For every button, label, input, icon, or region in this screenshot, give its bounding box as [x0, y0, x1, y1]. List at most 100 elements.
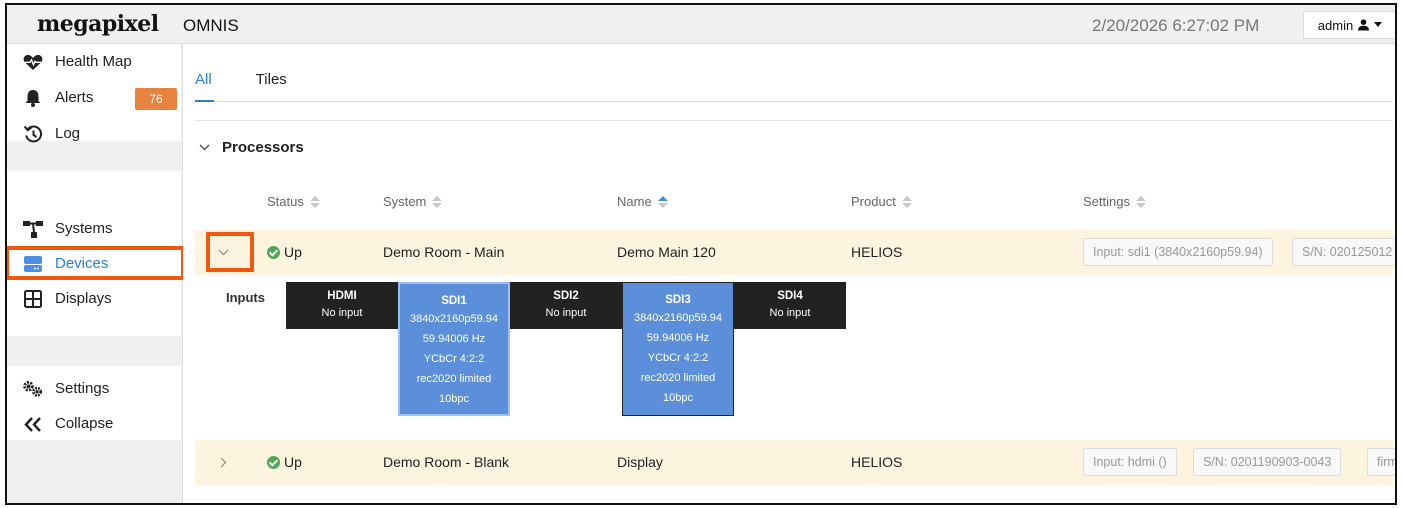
settings-tag-input: Input: sdi1 (3840x2160p59.94)	[1083, 238, 1273, 266]
settings-tag-firmware: firm	[1367, 448, 1395, 476]
sidebar-item-displays[interactable]: Displays	[7, 284, 181, 314]
input-frequency: 59.94006 Hz	[646, 332, 710, 344]
alerts-count-badge: 76	[135, 88, 177, 110]
sidebar-group-preferences: Settings Collapse	[7, 366, 181, 440]
system-cell: Demo Room - Blank	[383, 454, 510, 470]
sidebar-item-label: Systems	[55, 220, 113, 237]
product-cell: HELIOS	[851, 244, 903, 260]
sort-icon	[432, 195, 443, 208]
caret-down-icon	[1374, 22, 1383, 27]
input-name: SDI3	[665, 294, 691, 306]
sidebar-group-inventory: Systems Devices Displays	[7, 171, 181, 336]
input-frequency: 59.94006 Hz	[422, 333, 486, 345]
settings-tag-input: Input: hdmi ()	[1083, 448, 1177, 476]
status-cell: Up	[267, 454, 302, 470]
inputs-label: Inputs	[226, 290, 265, 305]
sort-icon	[1135, 195, 1146, 208]
status-cell: Up	[267, 244, 302, 260]
processors-section-header[interactable]: Processors	[199, 139, 304, 156]
sort-icon	[901, 195, 912, 208]
input-tile-hdmi[interactable]: HDMI No input	[286, 282, 398, 329]
input-status: No input	[321, 307, 363, 319]
status-up-icon	[267, 456, 280, 469]
sidebar-item-label: Displays	[55, 290, 112, 307]
current-datetime: 2/20/2026 6:27:02 PM	[1092, 16, 1260, 35]
sidebar-item-label: Log	[55, 125, 81, 142]
column-header-label: Product	[851, 194, 896, 209]
column-header-label: Settings	[1083, 194, 1130, 209]
sort-icon	[309, 195, 320, 208]
user-menu-button[interactable]: admin	[1303, 11, 1395, 39]
sidebar-item-log[interactable]: Log	[7, 119, 181, 149]
table-row[interactable]: Up Demo Room - Main Demo Main 120 HELIOS…	[195, 230, 1395, 275]
sidebar-item-label: Health Map	[55, 53, 132, 70]
input-resolution: 3840x2160p59.94	[633, 312, 723, 324]
sidebar-item-label: Devices	[55, 255, 109, 272]
column-header-status[interactable]: Status	[267, 194, 320, 209]
sort-ascending-icon	[657, 195, 668, 208]
history-icon	[23, 124, 43, 143]
input-bit-depth: 10bpc	[663, 392, 693, 404]
column-header-label: Status	[267, 194, 304, 209]
input-tile-sdi2[interactable]: SDI2 No input	[510, 282, 622, 329]
server-icon	[23, 255, 43, 273]
settings-tag-serial: S/N: 0201190903-0043	[1193, 448, 1342, 476]
settings-tag-serial: S/N: 020125012	[1292, 238, 1395, 266]
brand-logo: megapixel	[37, 11, 159, 37]
gears-icon	[23, 380, 43, 398]
username-label: admin	[1317, 17, 1354, 33]
column-header-system[interactable]: System	[383, 194, 443, 209]
app-title: OMNIS	[183, 16, 239, 35]
heartbeat-icon	[23, 53, 43, 71]
sidebar-item-settings[interactable]: Settings	[7, 374, 181, 404]
sidebar-item-systems[interactable]: Systems	[7, 214, 181, 244]
column-header-product[interactable]: Product	[851, 194, 912, 209]
input-name: HDMI	[327, 290, 357, 302]
section-divider	[195, 120, 1393, 121]
sidebar-item-collapse[interactable]: Collapse	[7, 409, 181, 439]
top-bar: megapixel OMNIS 2/20/2026 6:27:02 PM adm…	[7, 5, 1395, 44]
table-row[interactable]: Up Demo Room - Blank Display HELIOS Inpu…	[195, 440, 1395, 485]
hierarchy-icon	[23, 220, 43, 238]
input-color-format: YCbCr 4:2:2	[647, 352, 709, 364]
name-cell: Demo Main 120	[617, 244, 716, 260]
input-tile-sdi3[interactable]: SDI3 3840x2160p59.94 59.94006 Hz YCbCr 4…	[622, 282, 734, 416]
product-cell: HELIOS	[851, 454, 903, 470]
section-title: Processors	[222, 139, 304, 156]
bell-icon	[23, 89, 43, 107]
tab-tiles[interactable]: Tiles	[256, 71, 287, 88]
tab-all[interactable]: All	[195, 71, 212, 88]
column-header-settings[interactable]: Settings	[1083, 194, 1146, 209]
input-bit-depth: 10bpc	[439, 393, 469, 405]
column-header-label: System	[383, 194, 427, 209]
app-window: megapixel OMNIS 2/20/2026 6:27:02 PM adm…	[5, 3, 1397, 505]
input-resolution: 3840x2160p59.94	[409, 313, 499, 325]
status-up-icon	[267, 246, 280, 259]
chevron-down-icon[interactable]	[215, 244, 231, 260]
sidebar-item-label: Settings	[55, 380, 110, 397]
sidebar-group-monitoring: Health Map Alerts 76 Log	[7, 44, 181, 142]
input-color-space: rec2020 limited	[416, 373, 492, 385]
grid-icon	[23, 290, 43, 308]
active-tab-indicator	[195, 100, 214, 102]
sidebar-item-alerts[interactable]: Alerts 76	[7, 83, 181, 113]
input-tile-sdi1[interactable]: SDI1 3840x2160p59.94 59.94006 Hz YCbCr 4…	[398, 282, 510, 416]
main-content: All Tiles Processors Status System Name …	[183, 44, 1395, 503]
sidebar-item-devices[interactable]: Devices	[7, 249, 181, 279]
input-color-format: YCbCr 4:2:2	[423, 353, 485, 365]
sidebar-item-health-map[interactable]: Health Map	[7, 47, 181, 77]
column-header-name[interactable]: Name	[617, 194, 668, 209]
column-header-label: Name	[617, 194, 652, 209]
sidebar: Health Map Alerts 76 Log Systems Devices…	[7, 44, 185, 503]
sidebar-item-label: Collapse	[55, 415, 114, 432]
input-name: SDI2	[553, 290, 579, 302]
input-color-space: rec2020 limited	[640, 372, 716, 384]
tab-divider	[195, 101, 1393, 102]
chevron-right-icon[interactable]	[215, 454, 231, 470]
user-icon	[1358, 19, 1370, 31]
input-name: SDI1	[441, 295, 467, 307]
status-text: Up	[284, 454, 302, 470]
input-tile-sdi4[interactable]: SDI4 No input	[734, 282, 846, 329]
status-text: Up	[284, 244, 302, 260]
double-chevron-left-icon	[23, 415, 43, 433]
